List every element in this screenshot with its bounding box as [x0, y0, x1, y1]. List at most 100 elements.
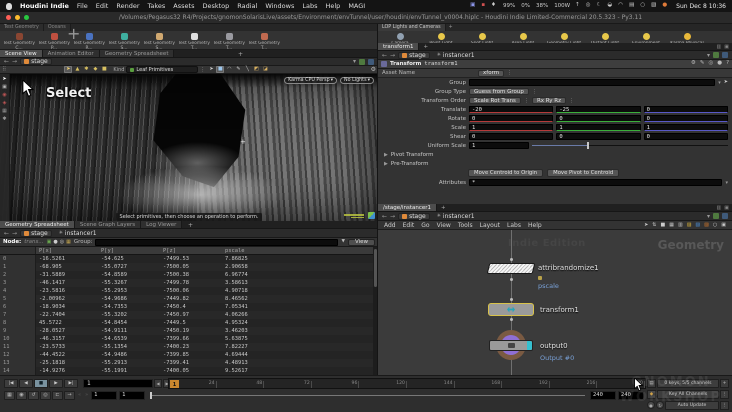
secure-select-icon[interactable]: ➤ [207, 66, 215, 73]
history-icon[interactable] [368, 58, 374, 65]
range-slider[interactable] [150, 391, 585, 400]
table-row[interactable]: 3 -46.1417 -55.3267 -7499.78 3.58613 [0, 279, 378, 287]
split-view-icon[interactable]: ▥ [678, 222, 683, 228]
update-menu-icon[interactable]: ⋮ [720, 400, 729, 410]
find-icon[interactable]: ○ [713, 222, 717, 228]
rotate-x-input[interactable]: 0 [469, 115, 554, 122]
sync-icon[interactable]: ◎ [586, 3, 592, 9]
add-pane-tab-button[interactable]: + [437, 204, 450, 211]
shelf-tool[interactable]: Test Geometry C... [2, 32, 36, 51]
apple-menu-icon[interactable] [6, 2, 12, 10]
snapshot-icon[interactable] [359, 58, 365, 65]
table-row[interactable]: 10 -46.3157 -54.6539 -7399.66 5.63875 [0, 335, 378, 343]
realtime-icon[interactable]: ◎ [40, 390, 51, 400]
col-pz[interactable]: P[z] [160, 248, 222, 254]
loop-icon[interactable]: ↺ [28, 390, 39, 400]
network-canvas[interactable]: Indie Edition Geometry attribrandomize1 … [378, 230, 732, 375]
node-attribrandomize1[interactable] [486, 263, 536, 274]
table-row[interactable]: 7 -22.7404 -55.3202 -7450.97 4.06266 [0, 311, 378, 319]
box-pick-icon[interactable]: ■ [216, 66, 225, 73]
asset-name-value[interactable]: xform [478, 69, 505, 77]
shear-y-input[interactable]: 0 [556, 133, 641, 140]
key-icon[interactable]: ◆ [647, 389, 656, 399]
timeline-ruler[interactable]: 24 48 72 96 120 144 168 192 216 240 1 [168, 378, 646, 389]
gear-icon[interactable]: ⚙ [691, 61, 696, 67]
scale-x-input[interactable]: 1 [469, 124, 554, 131]
pane-tab[interactable]: Geometry Spreadsheet [99, 50, 175, 57]
wifi-icon[interactable]: ◠ [618, 3, 624, 9]
range-start-field[interactable]: 1 [119, 390, 146, 400]
rotate-y-input[interactable]: 0 [556, 115, 641, 122]
table-row[interactable]: 2 -31.5889 -54.8589 -7500.38 6.96774 [0, 271, 378, 279]
network-menu-item[interactable]: Add [384, 222, 396, 229]
shelf-tool[interactable]: Test Geometry S... [142, 32, 176, 51]
network-menu-item[interactable]: Tools [458, 222, 473, 229]
pane-grip-icon[interactable]: ⠿ [2, 66, 6, 73]
table-row[interactable]: 11 -23.5733 -55.1354 -7400.23 7.82227 [0, 343, 378, 351]
gpu-value[interactable]: 0% [520, 3, 530, 9]
pen-icon[interactable]: ✎ [700, 61, 705, 67]
path-dropdown-icon[interactable]: ▾ [707, 213, 710, 220]
table-row[interactable]: 1 -68.905 -55.0727 -7500.05 2.90658 [0, 263, 378, 271]
col-px[interactable]: P[x] [36, 248, 98, 254]
app-dot-icon[interactable]: ● [662, 3, 668, 9]
range-end-field[interactable]: 240 [590, 390, 616, 400]
jump-start-button[interactable]: |◀ [4, 378, 18, 388]
add-pane-tab-button[interactable]: + [419, 43, 432, 50]
range-limit-icon[interactable]: ⊏ [52, 390, 63, 400]
scoped-channels-icon[interactable]: ▤ [647, 378, 656, 388]
scale-y-input[interactable]: 1 [556, 124, 641, 131]
select-objects-icon[interactable]: ▲ [73, 66, 81, 73]
table-row[interactable]: 5 -2.00962 -54.9686 -7449.82 8.46562 [0, 295, 378, 303]
move-centroid-button[interactable]: Move Centroid to Origin [468, 169, 544, 177]
scene-viewport[interactable]: ➤ ▣ ◉ ◈ ▦ ✱ Select Karma CPU Persp ▾ No Lights… [0, 74, 378, 221]
step-icon[interactable]: → [64, 390, 75, 400]
node-name-input[interactable]: transform1 [424, 61, 457, 67]
menu-item[interactable]: Render [116, 2, 139, 10]
menu-item[interactable]: Radial [237, 2, 257, 10]
path-stage[interactable]: stage [398, 51, 430, 59]
audio-options-icon[interactable]: ◉ [16, 390, 27, 400]
menu-item[interactable]: MAGI [348, 2, 365, 10]
battery-value[interactable]: 99% [502, 3, 515, 9]
recook-icon[interactable]: ↻ [656, 401, 664, 409]
table-row[interactable]: 6 -18.9034 -54.7353 -7450.4 7.05341 [0, 303, 378, 311]
path-dropdown-icon[interactable]: ▾ [707, 52, 710, 59]
key-menu-icon[interactable]: ⋮ [720, 389, 729, 399]
path-stage[interactable]: stage [398, 212, 430, 220]
record-icon[interactable]: ▪ [481, 3, 486, 9]
screen-capture-badge[interactable]: ▣ [470, 3, 476, 9]
pane-maximize-icon[interactable]: ▣ [724, 205, 729, 211]
table-row[interactable]: 8 45.5722 -54.8454 -7449.5 4.95324 [0, 319, 378, 327]
uniform-scale-input[interactable]: 1 [469, 142, 529, 149]
path-instancer[interactable]: ✳ instancer1 [55, 230, 101, 237]
translate-x-input[interactable]: -20 [469, 106, 554, 113]
playhead[interactable]: 1 [170, 380, 179, 388]
shelf-tool[interactable]: Test Geometry T... [212, 32, 246, 51]
lasso-pick-icon[interactable]: ◠ [225, 66, 233, 73]
menu-item[interactable]: Windows [265, 2, 294, 10]
path-instancer[interactable]: ✳ instancer1 [433, 52, 479, 59]
pane-maximize-icon[interactable]: ▣ [724, 44, 729, 50]
power-value[interactable]: 100W [553, 3, 570, 9]
vertex-mode-icon[interactable]: ◎ [60, 239, 64, 245]
network-menu-item[interactable]: Go [421, 222, 429, 229]
path-instancer[interactable]: ✳ instancer1 [433, 213, 479, 220]
forward-icon[interactable]: → [12, 230, 17, 237]
back-icon[interactable]: ← [382, 52, 387, 59]
layout-icon[interactable]: ⇅ [652, 222, 656, 228]
col-pscale[interactable]: pscale [222, 248, 284, 254]
menu-item[interactable]: Help [325, 2, 340, 10]
playback-mode-icon[interactable]: ▦ [4, 390, 15, 400]
add-pane-tab-button[interactable]: + [238, 51, 243, 58]
back-icon[interactable]: ← [382, 213, 387, 220]
path-stage[interactable]: stage [20, 229, 52, 237]
menu-item[interactable]: Takes [148, 2, 166, 10]
profile-icon[interactable]: ▧ [651, 3, 657, 9]
grid-icon[interactable]: ▦ [2, 109, 7, 114]
close-window-button[interactable] [6, 15, 11, 20]
attributes-input[interactable]: * [469, 179, 723, 186]
shelf-tab[interactable]: Test Geometry [0, 24, 44, 31]
table-row[interactable]: 14 -14.9276 -55.1991 -7400.05 9.52617 [0, 367, 378, 375]
network-menu-item[interactable]: Help [528, 222, 542, 229]
